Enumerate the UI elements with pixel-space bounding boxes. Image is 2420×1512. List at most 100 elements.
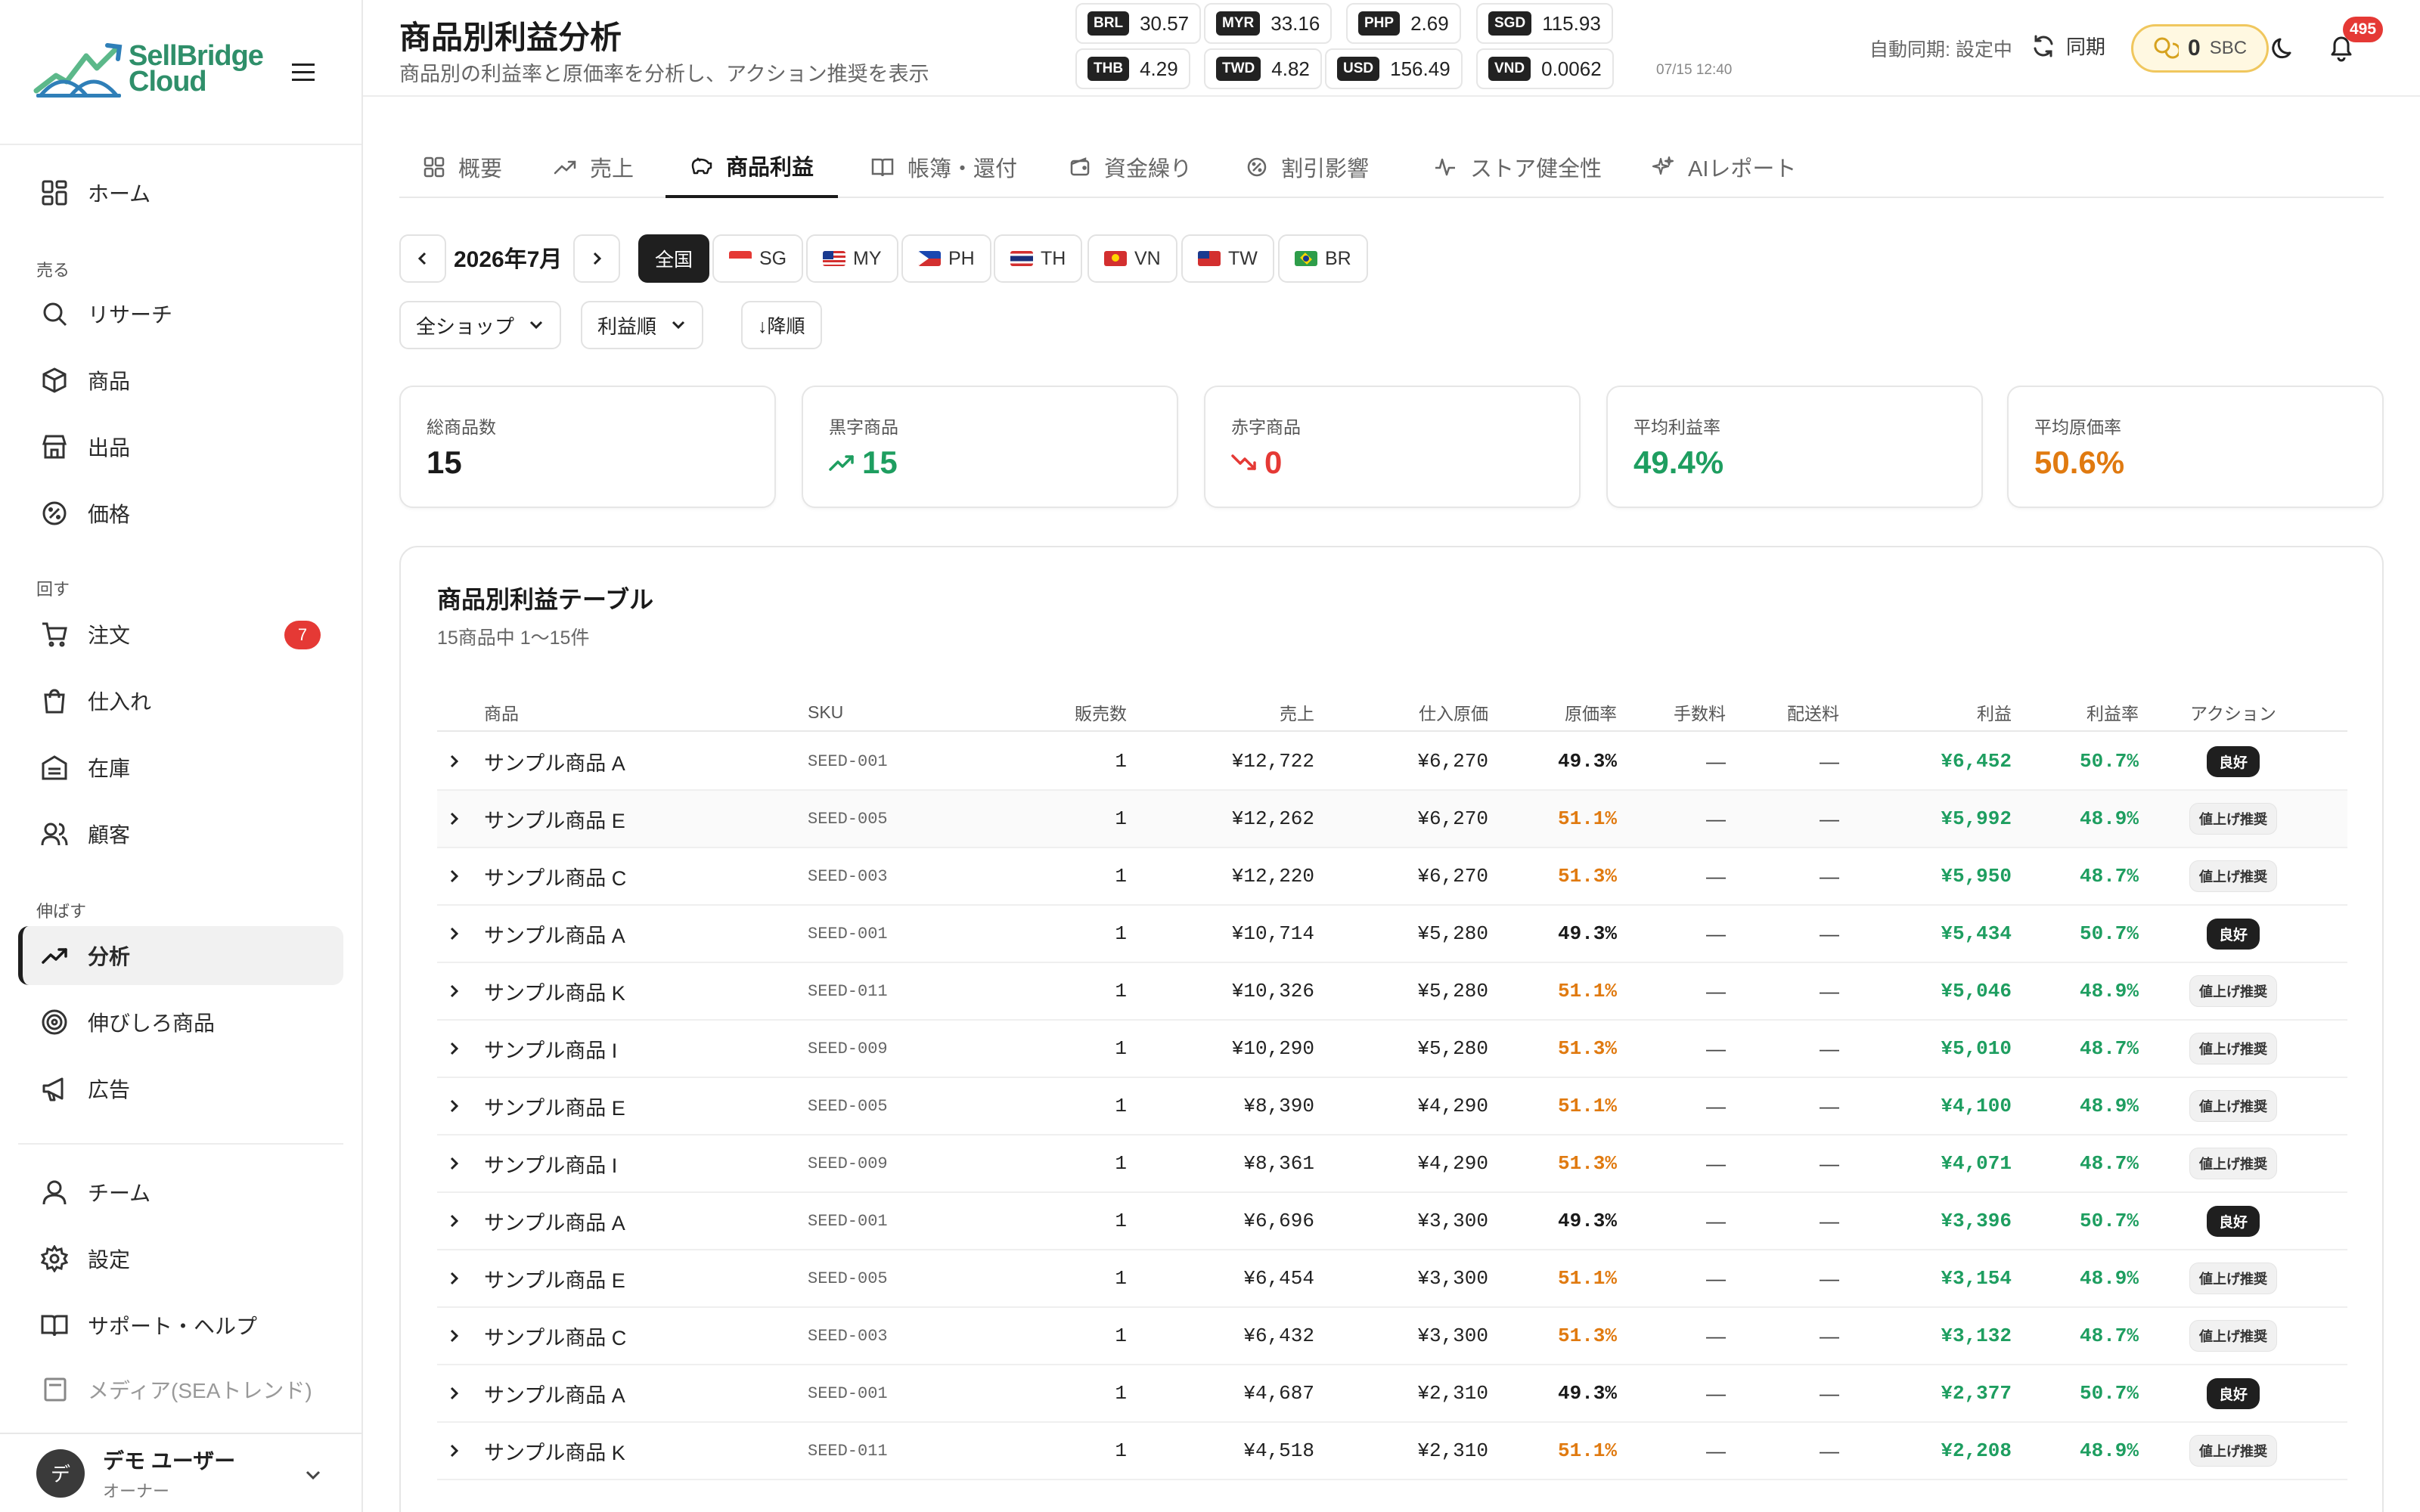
tab-product-profit[interactable]: 商品利益: [666, 136, 839, 198]
tab-discount-impact[interactable]: 割引影響: [1222, 136, 1393, 198]
shipping-amount: —: [1820, 1381, 1839, 1405]
sales-amount: ¥6,432: [1243, 1325, 1314, 1347]
auto-sync-status[interactable]: 自動同期: 設定中: [1869, 35, 2012, 62]
column-header-cost-ratio[interactable]: 原価率: [1496, 694, 1617, 730]
sidebar-item-label: 価格: [88, 503, 131, 526]
region-label: MY: [853, 247, 882, 269]
sales-amount: ¥6,696: [1243, 1210, 1314, 1232]
tab-sales[interactable]: 売上: [529, 136, 658, 198]
chevron-right-icon: [450, 754, 459, 768]
column-header-cost[interactable]: 仕入原価: [1322, 694, 1488, 730]
shop-select[interactable]: 全ショップ: [399, 301, 562, 349]
tab-label: 割引影響: [1281, 157, 1370, 181]
region-th-button[interactable]: TH: [994, 234, 1083, 283]
sidebar-item-home[interactable]: ホーム: [18, 163, 343, 222]
table-row[interactable]: サンプル商品 E SEED-005 1 ¥6,454 ¥3,300 51.1% — — ¥3,1…: [437, 1250, 2347, 1308]
tab-store-health[interactable]: ストア健全性: [1410, 136, 1626, 198]
region-vn-button[interactable]: VN: [1087, 234, 1177, 283]
region-my-button[interactable]: MY: [806, 234, 898, 283]
sidebar-item-purchasing[interactable]: 仕入れ: [18, 671, 343, 730]
region-br-button[interactable]: BR: [1278, 234, 1368, 283]
table-row[interactable]: サンプル商品 A SEED-001 1 ¥10,714 ¥5,280 49.3% — — ¥5,…: [437, 906, 2347, 963]
table-row[interactable]: サンプル商品 A SEED-001 1 ¥12,722 ¥6,270 49.3% — — ¥6,…: [437, 733, 2347, 791]
sidebar-item-team[interactable]: チーム: [18, 1163, 343, 1222]
table-row[interactable]: サンプル商品 E SEED-005 1 ¥12,262 ¥6,270 51.1% — — ¥5,…: [437, 791, 2347, 848]
action-cell: 良好: [2146, 733, 2320, 789]
table-row[interactable]: サンプル商品 K SEED-011 1 ¥10,326 ¥5,280 51.1% — — ¥5,…: [437, 963, 2347, 1021]
sidebar-item-products[interactable]: 商品: [18, 351, 343, 410]
expand-row-button[interactable]: [446, 1250, 473, 1306]
expand-row-button[interactable]: [446, 1308, 473, 1364]
expand-row-button[interactable]: [446, 1365, 473, 1421]
tab-overview[interactable]: 概要: [399, 136, 526, 198]
expand-row-button[interactable]: [446, 1136, 473, 1191]
expand-row-button[interactable]: [446, 1193, 473, 1249]
table-row[interactable]: サンプル商品 C SEED-003 1 ¥6,432 ¥3,300 51.3% — — ¥3,1…: [437, 1308, 2347, 1365]
action-badge: 良好: [2206, 745, 2260, 777]
table-row[interactable]: サンプル商品 I SEED-009 1 ¥10,290 ¥5,280 51.3% — — ¥5,…: [437, 1021, 2347, 1078]
expand-row-button[interactable]: [446, 906, 473, 962]
column-header-sku[interactable]: SKU: [808, 694, 974, 730]
sidebar-item-orders[interactable]: 注文 7: [18, 605, 343, 664]
tab-ai-report[interactable]: AIレポート: [1627, 136, 1820, 198]
sort-direction-button[interactable]: ↓降順: [741, 301, 822, 349]
wallet-icon: [1070, 157, 1090, 176]
expand-row-button[interactable]: [446, 1078, 473, 1134]
expand-row-button[interactable]: [446, 1423, 473, 1479]
column-header-profit[interactable]: 利益: [1847, 694, 2012, 730]
region-sg-button[interactable]: SG: [712, 234, 804, 283]
product-name: サンプル商品 E: [484, 1269, 625, 1292]
column-header-product[interactable]: 商品: [484, 694, 786, 730]
sidebar-item-price[interactable]: 価格: [18, 484, 343, 543]
sync-button[interactable]: 同期: [2031, 32, 2105, 60]
column-header-margin[interactable]: 利益率: [2019, 694, 2139, 730]
sidebar-item-ads[interactable]: 広告: [18, 1059, 343, 1118]
region-all-button[interactable]: 全国: [638, 234, 710, 283]
table-row[interactable]: サンプル商品 I SEED-009 1 ¥8,361 ¥4,290 51.3% — — ¥4,0…: [437, 1136, 2347, 1193]
avatar: デ: [36, 1448, 85, 1498]
profit-amount: ¥5,950: [1941, 865, 2012, 888]
expand-row-button[interactable]: [446, 963, 473, 1019]
sidebar-item-customers[interactable]: 顧客: [18, 804, 343, 863]
expand-row-button[interactable]: [446, 791, 473, 847]
action-badge: 値上げ推奨: [2189, 1263, 2277, 1294]
tab-cashflow[interactable]: 資金繰り: [1045, 136, 1216, 198]
region-ph-button[interactable]: PH: [901, 234, 991, 283]
next-month-button[interactable]: [573, 234, 620, 283]
table-row[interactable]: サンプル商品 A SEED-001 1 ¥4,687 ¥2,310 49.3% — — ¥2,3…: [437, 1365, 2347, 1423]
previous-month-button[interactable]: [399, 234, 446, 283]
profit-margin: 48.7%: [2079, 865, 2139, 888]
sidebar-item-support[interactable]: サポート・ヘルプ: [18, 1296, 343, 1355]
product-name: サンプル商品 A: [484, 1211, 625, 1235]
table-row[interactable]: サンプル商品 K SEED-011 1 ¥4,518 ¥2,310 51.1% — — ¥2,2…: [437, 1423, 2347, 1480]
sidebar-item-analytics[interactable]: 分析: [18, 926, 343, 985]
user-menu[interactable]: デ デモ ユーザー オーナー: [0, 1433, 361, 1512]
sidebar-section-sell: 売る: [36, 261, 70, 280]
table-row[interactable]: サンプル商品 A SEED-001 1 ¥6,696 ¥3,300 49.3% — — ¥3,3…: [437, 1193, 2347, 1250]
kpi-number: 15: [427, 445, 462, 480]
sort-select[interactable]: 利益順: [581, 301, 704, 349]
sidebar-item-research[interactable]: リサーチ: [18, 284, 343, 343]
expand-row-button[interactable]: [446, 848, 473, 904]
sidebar-item-growth-products[interactable]: 伸びしろ商品: [18, 993, 343, 1052]
theme-toggle-button[interactable]: [2270, 35, 2297, 62]
column-header-sales[interactable]: 売上: [1133, 694, 1314, 730]
sidebar-item-media[interactable]: メディア(SEAトレンド): [18, 1362, 343, 1417]
column-header-shipping[interactable]: 配送料: [1733, 694, 1839, 730]
region-tw-button[interactable]: TW: [1181, 234, 1274, 283]
sidebar-item-settings[interactable]: 設定: [18, 1229, 343, 1288]
menu-toggle-button[interactable]: [287, 59, 319, 86]
table-row[interactable]: サンプル商品 E SEED-005 1 ¥8,390 ¥4,290 51.1% — — ¥4,1…: [437, 1078, 2347, 1136]
chevron-right-icon: [450, 984, 459, 998]
column-header-qty[interactable]: 販売数: [974, 694, 1127, 730]
brand-logo[interactable]: SellBridge Cloud: [33, 38, 264, 100]
sbc-balance-pill[interactable]: 0 SBC: [2131, 24, 2270, 73]
table-row[interactable]: サンプル商品 C SEED-003 1 ¥12,220 ¥6,270 51.3% — — ¥5,…: [437, 848, 2347, 906]
sidebar-item-listing[interactable]: 出品: [18, 417, 343, 476]
expand-row-button[interactable]: [446, 1021, 473, 1077]
column-header-fee[interactable]: 手数料: [1624, 694, 1726, 730]
expand-row-button[interactable]: [446, 733, 473, 789]
action-cell: 値上げ推奨: [2146, 791, 2320, 847]
sidebar-item-inventory[interactable]: 在庫: [18, 738, 343, 797]
tab-books-refund[interactable]: 帳簿・還付: [847, 136, 1041, 198]
